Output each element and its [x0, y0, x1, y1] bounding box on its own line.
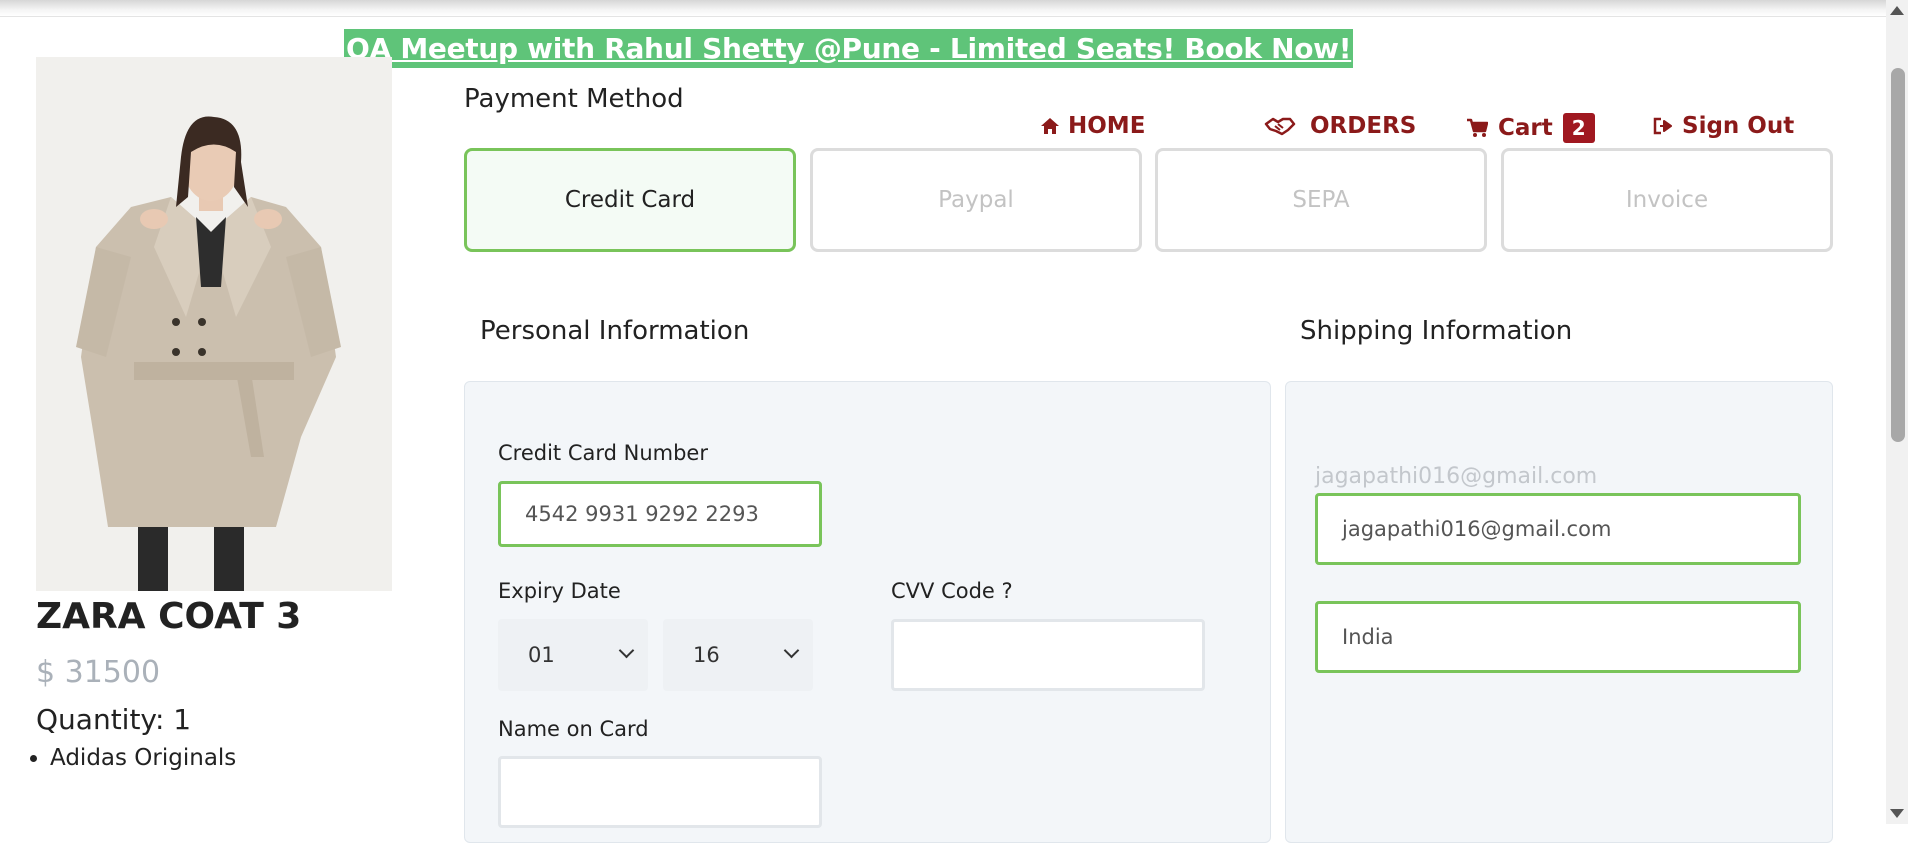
expiry-date-label: Expiry Date	[498, 579, 621, 603]
expiry-year-value: 16	[693, 643, 720, 667]
cart-icon	[1467, 118, 1488, 137]
shipping-email-input[interactable]: jagapathi016@gmail.com	[1315, 493, 1801, 565]
product-title: ZARA COAT 3	[36, 596, 302, 637]
sign-out-icon	[1653, 117, 1672, 135]
nav-cart[interactable]: Cart 2	[1466, 113, 1595, 143]
nav-home[interactable]: HOME	[1040, 113, 1145, 139]
product-item-list: Adidas Originals	[26, 745, 236, 771]
promo-banner-link[interactable]: QA Meetup with Rahul Shetty @Pune - Limi…	[344, 29, 1354, 68]
shipping-country-input[interactable]: India	[1315, 601, 1801, 673]
home-icon	[1041, 118, 1059, 134]
scroll-thumb[interactable]	[1891, 68, 1905, 442]
product-image	[36, 57, 392, 591]
chevron-down-icon	[618, 642, 635, 659]
shipping-email-label: jagapathi016@gmail.com	[1315, 464, 1598, 489]
handshake-icon	[1264, 117, 1296, 136]
page-scrollbar[interactable]	[1886, 0, 1908, 824]
nav-cart-label: Cart	[1498, 115, 1553, 141]
cvv-code-input[interactable]	[891, 619, 1205, 691]
expiry-year-select[interactable]: 16	[663, 619, 813, 691]
list-item: Adidas Originals	[50, 745, 236, 771]
nav-home-label: HOME	[1068, 113, 1146, 139]
scroll-up-arrow-icon[interactable]	[1890, 6, 1904, 15]
coat-model-illustration	[36, 57, 392, 591]
name-on-card-label: Name on Card	[498, 717, 649, 741]
cart-count-badge: 2	[1562, 113, 1595, 143]
product-price: $ 31500	[36, 655, 161, 690]
name-on-card-input[interactable]	[498, 756, 822, 828]
nav-orders[interactable]: ORDERS	[1264, 113, 1416, 139]
credit-card-number-input[interactable]: 4542 9931 9292 2293	[498, 481, 822, 547]
nav-orders-label: ORDERS	[1310, 113, 1417, 139]
expiry-month-value: 01	[528, 643, 555, 667]
credit-card-number-label: Credit Card Number	[498, 441, 708, 465]
chevron-down-icon	[783, 642, 800, 659]
personal-info-title: Personal Information	[480, 316, 750, 346]
payment-option-invoice[interactable]: Invoice	[1501, 148, 1833, 252]
nav-signout-label: Sign Out	[1682, 113, 1795, 139]
payment-option-paypal[interactable]: Paypal	[810, 148, 1142, 252]
expiry-month-select[interactable]: 01	[498, 619, 648, 691]
shipping-info-title: Shipping Information	[1300, 316, 1573, 346]
payment-method-title: Payment Method	[464, 84, 684, 114]
payment-option-sepa[interactable]: SEPA	[1155, 148, 1487, 252]
cvv-code-label: CVV Code ?	[891, 579, 1013, 603]
nav-signout[interactable]: Sign Out	[1652, 113, 1794, 139]
scroll-down-arrow-icon[interactable]	[1890, 809, 1904, 818]
payment-option-credit-card[interactable]: Credit Card	[464, 148, 796, 252]
product-quantity: Quantity: 1	[36, 703, 192, 736]
browser-top-edge	[0, 0, 1886, 17]
